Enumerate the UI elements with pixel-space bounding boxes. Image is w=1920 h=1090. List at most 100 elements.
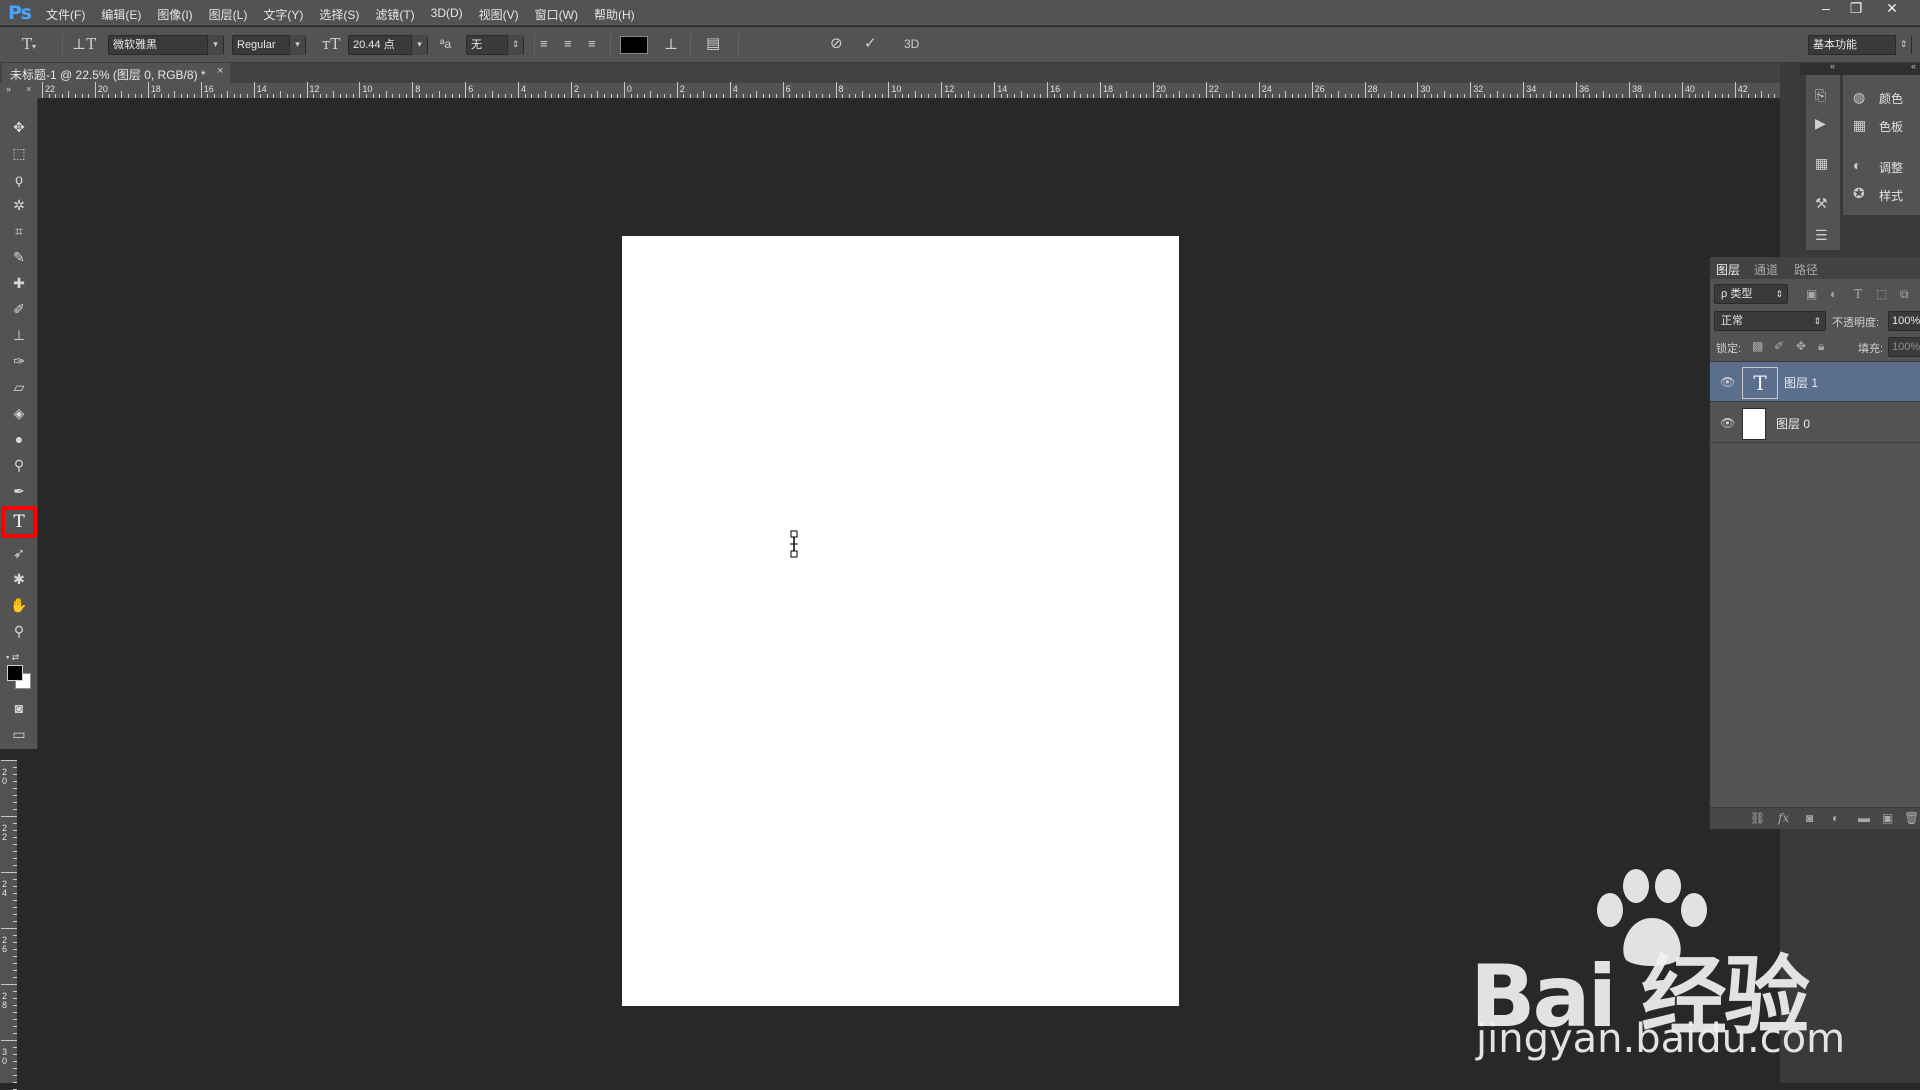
- tab-layers[interactable]: 图层: [1716, 261, 1740, 278]
- paint-bucket-tool-icon[interactable]: ◈: [4, 401, 34, 425]
- lock-transparent-icon[interactable]: ▩: [1752, 339, 1763, 353]
- close-window-button[interactable]: ✕: [1878, 1, 1906, 17]
- screen-mode-icon[interactable]: ▭: [4, 722, 34, 746]
- menu-view[interactable]: 视图(V): [479, 6, 519, 23]
- zoom-tool-icon[interactable]: ⚲: [4, 619, 34, 643]
- lock-image-icon[interactable]: ✐: [1774, 339, 1784, 353]
- filter-smart-object-icon[interactable]: ⧉: [1900, 287, 1909, 302]
- commit-edit-icon[interactable]: ✓: [864, 36, 877, 52]
- menu-layer[interactable]: 图层(L): [209, 6, 248, 23]
- menu-edit[interactable]: 编辑(E): [101, 6, 141, 23]
- foreground-color-swatch[interactable]: [7, 665, 23, 681]
- text-orientation-icon[interactable]: ⊥T: [72, 36, 96, 52]
- create-3d-icon[interactable]: 3D: [904, 36, 919, 52]
- align-right-icon[interactable]: ≡: [588, 36, 596, 52]
- hand-tool-icon[interactable]: ✋: [4, 593, 34, 617]
- minimize-button[interactable]: –: [1812, 1, 1840, 17]
- filter-pixel-icon[interactable]: ▣: [1806, 287, 1817, 301]
- menu-select[interactable]: 选择(S): [319, 6, 359, 23]
- opacity-input[interactable]: 100%: [1888, 311, 1920, 331]
- filter-type-icon[interactable]: T: [1854, 287, 1862, 301]
- close-icon[interactable]: ×: [217, 65, 223, 77]
- character-panel-icon[interactable]: ▤: [706, 36, 720, 52]
- link-layers-icon[interactable]: ⛓: [1750, 811, 1765, 825]
- styles-panel-icon[interactable]: ✪: [1853, 185, 1865, 202]
- layer-filter-select[interactable]: ρ 类型 ⇕: [1714, 284, 1788, 304]
- font-style-select[interactable]: Regular ▾: [232, 35, 306, 55]
- fill-input[interactable]: 100%: [1888, 337, 1920, 357]
- text-color-swatch[interactable]: [620, 36, 648, 54]
- filter-adjustment-icon[interactable]: ◐: [1830, 287, 1837, 301]
- blend-mode-select[interactable]: 正常 ⇕: [1714, 311, 1826, 331]
- history-icon[interactable]: ⎘: [1815, 87, 1826, 104]
- lock-all-icon[interactable]: 🔒︎: [1818, 339, 1824, 354]
- history-brush-tool-icon[interactable]: ✑: [4, 349, 34, 373]
- workspace-select[interactable]: 基本功能 ⇕: [1808, 35, 1912, 55]
- menu-filter[interactable]: 滤镜(T): [375, 6, 414, 23]
- horizontal-ruler[interactable]: 22 20 18 16 14 12 10 8 6 4 2 0 2 4 6 8 10 12 14 16 18 20 22 24 2…: [38, 82, 1783, 99]
- delete-layer-icon[interactable]: 🗑︎: [1904, 811, 1919, 825]
- menu-help[interactable]: 帮助(H): [594, 6, 635, 23]
- layer-name[interactable]: 图层 1: [1784, 374, 1818, 391]
- anti-alias-select[interactable]: 无 ⇕: [466, 35, 524, 55]
- layer-name[interactable]: 图层 0: [1776, 415, 1810, 432]
- adjust-sliders-icon[interactable]: ☰: [1815, 227, 1828, 244]
- document-page[interactable]: [622, 236, 1179, 1006]
- adjustment-layer-icon[interactable]: ◐: [1832, 811, 1839, 825]
- text-tool-icon[interactable]: T: [4, 510, 34, 534]
- move-tool-icon[interactable]: ✥: [4, 115, 34, 139]
- align-center-icon[interactable]: ≡: [564, 36, 572, 52]
- menu-type[interactable]: 文字(Y): [263, 6, 303, 23]
- document-tab[interactable]: 未标题-1 @ 22.5% (图层 0, RGB/8) * ×: [2, 63, 230, 83]
- clone-stamp-tool-icon[interactable]: ⊥: [4, 323, 34, 347]
- cancel-edit-icon[interactable]: ⊘: [830, 36, 843, 52]
- styles-panel-label[interactable]: 样式: [1879, 187, 1903, 204]
- path-selection-tool-icon[interactable]: ➶: [4, 541, 34, 565]
- warp-text-icon[interactable]: ⊥: [664, 36, 678, 52]
- magic-wand-tool-icon[interactable]: ✲: [4, 193, 34, 217]
- align-left-icon[interactable]: ≡: [540, 36, 548, 52]
- lasso-tool-icon[interactable]: ϙ: [4, 167, 34, 191]
- layer-row[interactable]: 👁︎ 图层 0: [1710, 403, 1920, 443]
- adjustments-panel-label[interactable]: 调整: [1879, 159, 1903, 176]
- lock-position-icon[interactable]: ✥: [1796, 339, 1806, 353]
- add-mask-icon[interactable]: ◙: [1806, 811, 1813, 825]
- new-layer-icon[interactable]: ▣: [1882, 811, 1893, 825]
- custom-shape-tool-icon[interactable]: ✱: [4, 567, 34, 591]
- eraser-tool-icon[interactable]: ▱: [4, 375, 34, 399]
- menu-3d[interactable]: 3D(D): [431, 6, 463, 23]
- adjustments-panel-icon[interactable]: ◐: [1853, 157, 1861, 173]
- tool-preset-text-icon[interactable]: T▾: [22, 36, 36, 55]
- font-family-select[interactable]: 微软雅黑 ▾: [108, 35, 224, 55]
- brush-presets-icon[interactable]: ⚒: [1815, 195, 1828, 212]
- pen-tool-icon[interactable]: ✒: [4, 479, 34, 503]
- layer-row[interactable]: 👁︎ T 图层 1: [1710, 362, 1920, 402]
- visibility-eye-icon[interactable]: 👁︎: [1720, 375, 1735, 389]
- layer-style-fx-icon[interactable]: fx: [1778, 811, 1789, 825]
- marquee-tool-icon[interactable]: ⬚: [4, 141, 34, 165]
- brush-tool-icon[interactable]: ✐: [4, 297, 34, 321]
- tab-paths[interactable]: 路径: [1794, 261, 1818, 278]
- tab-channels[interactable]: 通道: [1754, 261, 1778, 278]
- dodge-tool-icon[interactable]: ⚲: [4, 453, 34, 477]
- filter-shape-icon[interactable]: ⬚: [1876, 287, 1887, 301]
- swatches-panel-label[interactable]: 色板: [1879, 118, 1903, 135]
- quick-mask-icon[interactable]: ◙: [4, 696, 34, 720]
- actions-icon[interactable]: ▶: [1815, 115, 1826, 132]
- menu-window[interactable]: 窗口(W): [535, 6, 578, 23]
- visibility-eye-icon[interactable]: 👁︎: [1720, 416, 1735, 430]
- properties-icon[interactable]: ▦: [1815, 155, 1828, 172]
- color-panel-icon[interactable]: ◍: [1853, 89, 1865, 106]
- healing-brush-tool-icon[interactable]: ✚: [4, 271, 34, 295]
- restore-button[interactable]: ❐: [1842, 1, 1870, 17]
- swatches-panel-icon[interactable]: ▦: [1853, 117, 1866, 134]
- menu-image[interactable]: 图像(I): [157, 6, 192, 23]
- crop-tool-icon[interactable]: ⌗: [4, 219, 34, 243]
- vertical-ruler[interactable]: 2 0 2 2 2 4 2 6 2 8 3 0: [0, 760, 17, 1090]
- eyedropper-tool-icon[interactable]: ✎: [4, 245, 34, 269]
- new-group-icon[interactable]: ▬: [1858, 811, 1870, 825]
- menu-file[interactable]: 文件(F): [46, 6, 85, 23]
- color-panel-label[interactable]: 颜色: [1879, 90, 1903, 107]
- blur-tool-icon[interactable]: ●: [4, 427, 34, 451]
- font-size-select[interactable]: 20.44 点 ▾: [348, 35, 428, 55]
